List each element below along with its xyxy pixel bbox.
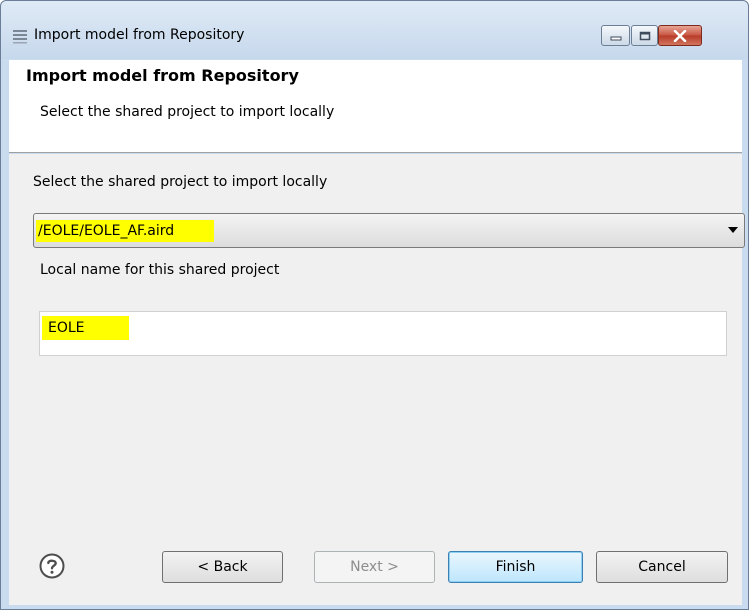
- repository-stack-icon: [13, 30, 27, 44]
- cancel-button[interactable]: Cancel: [596, 551, 728, 583]
- back-button[interactable]: < Back: [162, 551, 283, 583]
- wizard-footer: < Back Next > Finish Cancel: [9, 545, 742, 605]
- help-icon[interactable]: [39, 553, 65, 579]
- title-bar[interactable]: Import model from Repository: [1, 1, 748, 59]
- close-button[interactable]: [658, 25, 702, 46]
- wizard-header: Import model from Repository Select the …: [9, 60, 742, 153]
- shared-project-value: /EOLE/EOLE_AF.aird: [36, 220, 215, 242]
- minimize-icon: [610, 36, 621, 40]
- page-description: Select the shared project to import loca…: [40, 104, 335, 120]
- finish-button[interactable]: Finish: [448, 551, 583, 583]
- page-title: Import model from Repository: [26, 66, 299, 85]
- shared-project-dropdown[interactable]: /EOLE/EOLE_AF.aird: [33, 213, 745, 248]
- maximize-icon: [639, 31, 650, 40]
- window-title: Import model from Repository: [34, 27, 245, 43]
- local-name-value: EOLE: [42, 316, 129, 340]
- local-name-label: Local name for this shared project: [40, 262, 280, 278]
- chevron-down-icon[interactable]: [728, 227, 738, 233]
- project-select-label: Select the shared project to import loca…: [33, 174, 328, 190]
- next-button[interactable]: Next >: [314, 551, 435, 583]
- wizard-body: Select the shared project to import loca…: [9, 154, 745, 545]
- maximize-button[interactable]: [631, 25, 658, 46]
- dialog-window: Import model from Repository Import mode…: [0, 0, 749, 610]
- close-icon: [673, 29, 687, 42]
- local-name-input[interactable]: EOLE: [39, 311, 727, 356]
- minimize-button[interactable]: [601, 25, 630, 46]
